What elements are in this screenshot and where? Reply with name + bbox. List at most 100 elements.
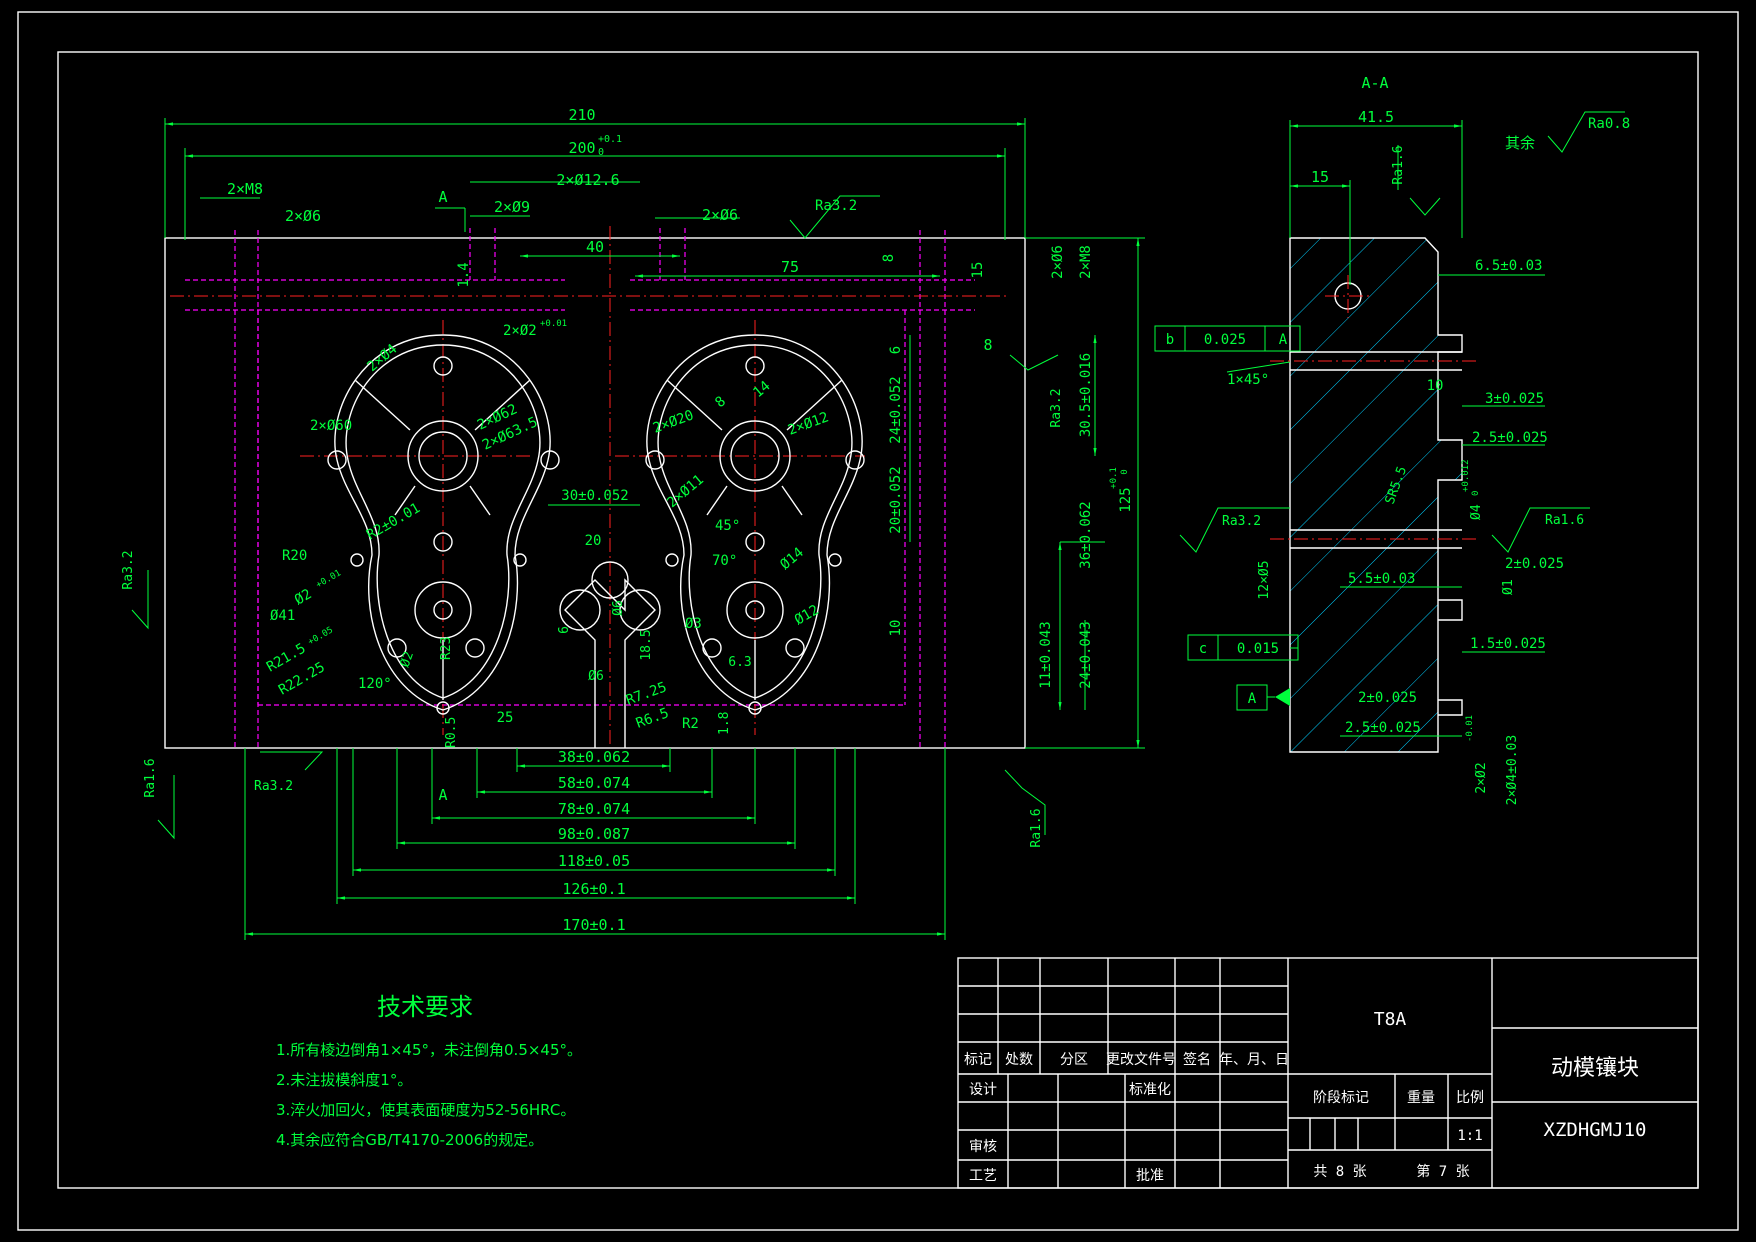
dim-200: 200 bbox=[568, 139, 595, 157]
sec-dim-5-5: 5.5±0.03 bbox=[1348, 571, 1415, 587]
dim-D41: Ø41 bbox=[270, 608, 295, 624]
tolerance-frame-b: b 0.025 A bbox=[1154, 325, 1301, 352]
sec-dim-12xD5: 12×Ø5 bbox=[1257, 560, 1272, 599]
dim-2xD2: 2×Ø2 bbox=[503, 323, 537, 339]
dim-6-3: 6.3 bbox=[728, 655, 751, 670]
tb-header-count: 处数 bbox=[1005, 1052, 1033, 1068]
dim-70deg: 70° bbox=[712, 553, 737, 569]
tb-standardize: 标准化 bbox=[1129, 1082, 1171, 1098]
dim-1-4: 1.4 bbox=[456, 262, 472, 287]
dim-D2-tol: Ø2 bbox=[292, 586, 315, 608]
sec-dim-D4-tol-low: 0 bbox=[1471, 491, 1481, 496]
dim-58: 58±0.074 bbox=[558, 774, 630, 792]
dim-8-right: 8 bbox=[983, 336, 992, 354]
dim-75: 75 bbox=[781, 258, 799, 276]
dim-15: 15 bbox=[970, 262, 986, 279]
dim-6: 6 bbox=[888, 346, 904, 354]
roughness-ra32-left: Ra3.2 bbox=[121, 550, 136, 589]
dim-2xD12: 2×Ø12 bbox=[786, 409, 831, 438]
sec-dim-D4: Ø4 bbox=[1469, 504, 1484, 520]
tol-b-letter: b bbox=[1166, 332, 1174, 348]
dim-14: 14 bbox=[750, 378, 773, 401]
dim-45deg: 45° bbox=[715, 518, 740, 534]
sec-ra16-right: Ra1.6 bbox=[1545, 513, 1584, 528]
dim-38: 38±0.062 bbox=[558, 748, 630, 766]
tb-stage-mark: 阶段标记 bbox=[1313, 1090, 1369, 1106]
dim-1-8: 1.8 bbox=[717, 712, 732, 735]
tb-header-change: 更改文件号 bbox=[1106, 1052, 1176, 1068]
dim-2xD6-mid: 2×Ø6 bbox=[702, 206, 738, 224]
dim-30-5: 30.5±0.016 bbox=[1078, 353, 1094, 437]
sec-dim-D1: Ø1 bbox=[1501, 579, 1516, 595]
tol-b-ref: A bbox=[1279, 332, 1288, 348]
dim-25: 25 bbox=[497, 710, 514, 726]
dim-36: 36±0.062 bbox=[1078, 501, 1094, 568]
dim-126: 126±0.1 bbox=[562, 880, 625, 898]
sec-dim-1-5: 1.5±0.025 bbox=[1470, 636, 1546, 652]
sec-dim-bottom-1-tol: -0.01 bbox=[1465, 715, 1475, 742]
tech-item-2: 2.未注拔模斜度1°。 bbox=[276, 1071, 412, 1089]
tech-item-4: 4.其余应符合GB/T4170-2006的规定。 bbox=[276, 1131, 543, 1149]
tol-b-value: 0.025 bbox=[1204, 332, 1246, 348]
sec-dim-2-5b: 2.5±0.025 bbox=[1345, 720, 1421, 736]
tb-header-date: 年、月、日 bbox=[1219, 1052, 1289, 1068]
section-body bbox=[1289, 237, 1463, 753]
dim-30-052: 30±0.052 bbox=[561, 488, 628, 504]
roughness-ra32-bottom: Ra3.2 bbox=[254, 779, 293, 794]
dim-R2-right: R2 bbox=[682, 716, 699, 732]
sec-general-prefix: 其余 bbox=[1505, 134, 1535, 152]
sec-ra32-left: Ra3.2 bbox=[1222, 514, 1261, 529]
sec-dim-3: 3±0.025 bbox=[1485, 391, 1544, 407]
dim-R7-25: R7.25 bbox=[624, 679, 669, 708]
sec-dim-D4-tol: +0.012 bbox=[1461, 459, 1471, 492]
sec-general-roughness: Ra0.8 bbox=[1588, 116, 1630, 132]
dim-8-top: 8 bbox=[881, 254, 897, 262]
dim-2xD6-right: 2×Ø6 bbox=[1050, 245, 1066, 279]
dim-20-052: 20±0.052 bbox=[888, 466, 904, 533]
tb-header-mark: 标记 bbox=[964, 1052, 992, 1068]
dim-R21-5-tol: +0.05 bbox=[307, 625, 335, 647]
tech-requirements: 技术要求 1.所有棱边倒角1×45°，未注倒角0.5×45°。 2.未注拔模斜度… bbox=[276, 993, 582, 1149]
dim-24-043: 24±0.043 bbox=[1078, 621, 1094, 688]
tb-scale-label: 比例 bbox=[1456, 1090, 1484, 1106]
dim-D6-slot: Ø6 bbox=[611, 600, 626, 616]
dim-D3: Ø3 bbox=[685, 616, 702, 632]
sec-dim-chamfer: 1×45° bbox=[1227, 372, 1269, 388]
dim-R6-5: R6.5 bbox=[634, 705, 671, 732]
tb-approve: 批准 bbox=[1136, 1168, 1164, 1184]
dim-120: 120° bbox=[358, 676, 392, 692]
sec-dim-15: 15 bbox=[1311, 168, 1329, 186]
dim-118: 118±0.05 bbox=[558, 852, 630, 870]
dim-2xD12-6: 2×Ø12.6 bbox=[556, 171, 619, 189]
sec-dim-bottom-2: 2×Ø4±0.03 bbox=[1505, 735, 1520, 805]
tb-sheet-no: 第 7 张 bbox=[1416, 1163, 1469, 1180]
sec-dim-41-5: 41.5 bbox=[1358, 108, 1394, 126]
dim-98: 98±0.087 bbox=[558, 825, 630, 843]
datum-a: A bbox=[1236, 684, 1290, 711]
dim-40: 40 bbox=[586, 238, 604, 256]
dim-170: 170±0.1 bbox=[562, 916, 625, 934]
sec-dim-2: 2±0.025 bbox=[1505, 556, 1564, 572]
tb-design: 设计 bbox=[969, 1082, 997, 1098]
dim-2xD60: 2×Ø60 bbox=[310, 418, 352, 434]
tol-c-letter: c bbox=[1199, 641, 1207, 657]
dim-125-tol-low: 0 bbox=[1120, 469, 1130, 474]
tb-header-zone: 分区 bbox=[1060, 1052, 1088, 1068]
section-view: A-A 41.5 15 其余 Ra0.8 Ra1.6 6.5±0.03 10 3… bbox=[1154, 74, 1630, 805]
main-view: 210 200 +0.1 0 2×M8 2×Ø6 2×Ø9 2×Ø12.6 2×… bbox=[121, 106, 1145, 940]
title-block: 标记 处数 分区 更改文件号 签名 年、月、日 设计 标准化 审核 工艺 批准 … bbox=[957, 957, 1699, 1189]
dim-200-tol: +0.1 bbox=[598, 134, 622, 145]
dim-18-5: 18.5 bbox=[639, 629, 654, 660]
dim-11: 11±0.043 bbox=[1038, 621, 1054, 688]
sec-dim-10: 10 bbox=[1427, 378, 1444, 394]
tech-item-1: 1.所有棱边倒角1×45°，未注倒角0.5×45°。 bbox=[276, 1041, 582, 1059]
section-title: A-A bbox=[1361, 74, 1388, 92]
tb-process: 工艺 bbox=[969, 1168, 997, 1184]
sec-dim-2b: 2±0.025 bbox=[1358, 690, 1417, 706]
dim-D2-tol-v: +0.01 bbox=[315, 568, 343, 590]
dim-6-slot: 6 bbox=[557, 626, 572, 634]
dim-2xM8: 2×M8 bbox=[227, 180, 263, 198]
roughness-ra32-top: Ra3.2 bbox=[815, 198, 857, 214]
sec-dim-2-5a: 2.5±0.025 bbox=[1472, 430, 1548, 446]
tech-item-3: 3.淬火加回火，使其表面硬度为52-56HRC。 bbox=[276, 1101, 575, 1119]
